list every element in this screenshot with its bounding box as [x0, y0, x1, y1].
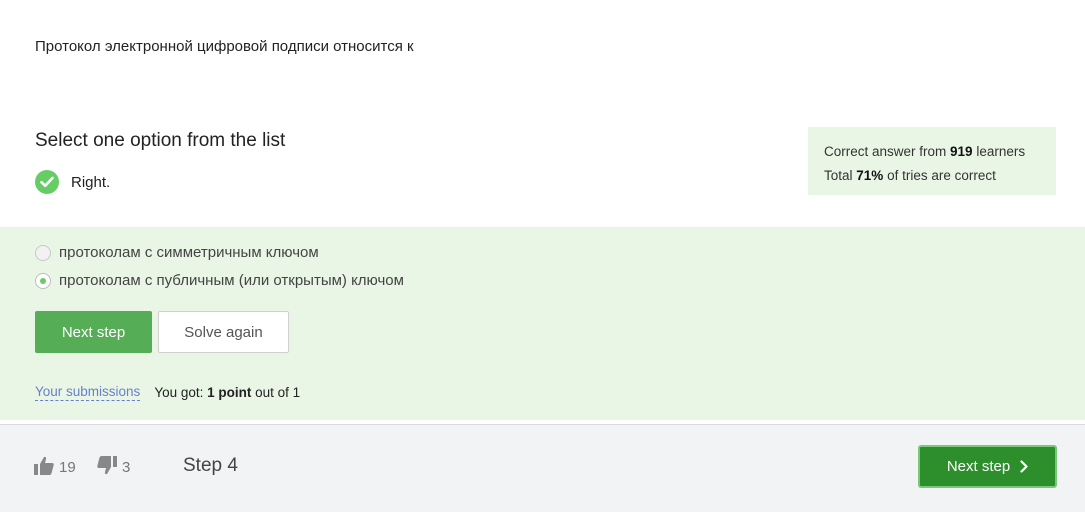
score-text: You got: 1 point out of 1 [154, 385, 301, 400]
submissions-bar: Your submissions You got: 1 point out of… [35, 384, 300, 401]
option-public-key[interactable]: протоколам с публичным (или открытым) кл… [35, 272, 404, 289]
option-label: протоколам с симметричным ключом [59, 244, 319, 261]
result-text: Right. [71, 173, 111, 191]
chevron-right-icon [1020, 460, 1028, 473]
stats-learners-line: Correct answer from 919 learners [824, 144, 1026, 159]
learners-count: 919 [950, 144, 973, 159]
check-icon [35, 170, 59, 194]
thumbs-up-icon [34, 456, 59, 479]
option-symmetric[interactable]: протоколам с симметричным ключом [35, 244, 319, 261]
step-label: Step 4 [183, 455, 238, 476]
your-submissions-link[interactable]: Your submissions [35, 384, 141, 401]
correct-percent: 71% [856, 168, 884, 183]
stats-percent-line: Total 71% of tries are correct [824, 168, 996, 183]
step-footer: 19 3 Step 4 Next step [0, 424, 1085, 512]
question-text: Протокол электронной цифровой подписи от… [35, 38, 414, 55]
section-heading: Select one option from the list [35, 130, 286, 151]
dislike-button[interactable]: 3 [97, 456, 130, 479]
answer-area: протоколам с симметричным ключом протоко… [0, 227, 1085, 420]
stats-panel: Correct answer from 919 learners Total 7… [808, 127, 1056, 195]
footer-next-step-button[interactable]: Next step [918, 445, 1057, 488]
footer-next-step-label: Next step [946, 458, 1011, 475]
option-label: протоколам с публичным (или открытым) кл… [59, 272, 404, 289]
like-count: 19 [59, 459, 76, 476]
thumbs-down-icon [97, 456, 122, 479]
like-button[interactable]: 19 [34, 456, 76, 479]
next-step-button[interactable]: Next step [35, 311, 152, 353]
solve-again-button[interactable]: Solve again [158, 311, 289, 353]
dislike-count: 3 [122, 459, 131, 476]
radio-button[interactable] [35, 244, 51, 261]
result-status: Right. [35, 169, 110, 195]
radio-button-selected[interactable] [35, 272, 51, 289]
score-points: 1 point [207, 385, 252, 400]
